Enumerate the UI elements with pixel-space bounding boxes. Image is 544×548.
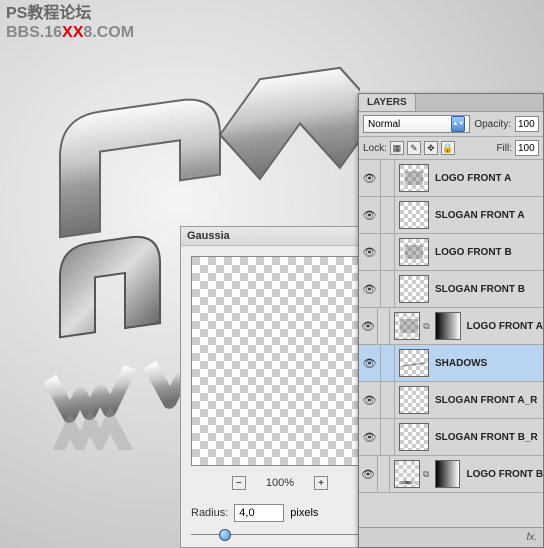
layer-row[interactable]: 👁 SLOGAN FRONT A_R [359, 382, 543, 419]
layer-name-label[interactable]: SLOGAN FRONT B [431, 284, 525, 295]
lock-all-icon[interactable]: 🔒 [441, 141, 455, 155]
radius-slider[interactable] [191, 526, 369, 544]
dropdown-arrows-icon: ▲▼ [451, 116, 465, 132]
lock-position-icon[interactable]: ✥ [424, 141, 438, 155]
gaussian-blur-dialog[interactable]: Gaussia − 100% + Radius: pixels [180, 226, 380, 548]
layer-row[interactable]: 👁 LOGO FRONT A [359, 160, 543, 197]
opacity-label: Opacity: [474, 119, 511, 130]
visibility-toggle[interactable]: 👁 [359, 345, 381, 381]
layer-thumbnail[interactable] [399, 164, 429, 192]
radius-unit: pixels [290, 507, 318, 519]
watermark: PS教程论坛 BBS.16XX8.COM [6, 4, 134, 42]
link-column [381, 382, 395, 418]
fill-input[interactable] [515, 140, 539, 156]
layer-name-label[interactable]: LOGO FRONT A_R [463, 321, 543, 332]
visibility-toggle[interactable]: 👁 [359, 197, 381, 233]
layer-thumbnail[interactable] [399, 201, 429, 229]
watermark-line2: BBS.16XX8.COM [6, 23, 134, 42]
visibility-toggle[interactable]: 👁 [359, 160, 381, 196]
layers-panel-footer: fx. [359, 527, 543, 547]
filter-preview[interactable] [191, 256, 361, 466]
link-column [381, 234, 395, 270]
link-column [378, 308, 390, 344]
link-column [378, 456, 390, 492]
eye-icon: 👁 [363, 394, 377, 407]
layers-panel[interactable]: LAYERS Normal ▲▼ Opacity: Lock: ▦ ✎ ✥ 🔒 … [358, 93, 544, 548]
radius-label: Radius: [191, 507, 228, 519]
visibility-toggle[interactable]: 👁 [359, 234, 381, 270]
zoom-out-button[interactable]: − [232, 476, 246, 490]
radius-input[interactable] [234, 504, 284, 522]
layers-tab[interactable]: LAYERS [359, 94, 416, 111]
eye-icon: 👁 [363, 172, 377, 185]
eye-icon: 👁 [361, 320, 375, 333]
mask-link-icon[interactable]: ⧉ [422, 469, 431, 480]
layer-thumbnail[interactable] [394, 312, 420, 340]
eye-icon: 👁 [363, 357, 377, 370]
lock-label: Lock: [363, 143, 387, 154]
layer-thumbnail[interactable] [399, 238, 429, 266]
link-column [381, 271, 395, 307]
layer-row[interactable]: 👁 SHADOWS [359, 345, 543, 382]
eye-icon: 👁 [363, 431, 377, 444]
layer-name-label[interactable]: LOGO FRONT B_R [462, 469, 542, 480]
blend-mode-select[interactable]: Normal ▲▼ [363, 115, 470, 133]
layer-name-label[interactable]: SLOGAN FRONT A [431, 210, 525, 221]
layer-thumbnail[interactable] [399, 349, 429, 377]
layer-name-label[interactable]: LOGO FRONT A [431, 173, 511, 184]
opacity-input[interactable] [515, 116, 539, 132]
layer-row[interactable]: 👁 SLOGAN FRONT B_R [359, 419, 543, 456]
eye-icon: 👁 [363, 209, 377, 222]
visibility-toggle[interactable]: 👁 [359, 456, 378, 492]
visibility-toggle[interactable]: 👁 [359, 419, 381, 455]
layer-list[interactable]: 👁 LOGO FRONT A 👁 SLOGAN FRONT A 👁 LOGO FRONT … [359, 160, 543, 493]
layer-thumbnail[interactable] [399, 275, 429, 303]
visibility-toggle[interactable]: 👁 [359, 271, 381, 307]
mask-link-icon[interactable]: ⧉ [422, 321, 431, 332]
fx-icon[interactable]: fx. [526, 532, 537, 543]
eye-icon: 👁 [361, 468, 375, 481]
layer-name-label[interactable]: SLOGAN FRONT B_R [431, 432, 538, 443]
layer-row[interactable]: 👁 SLOGAN FRONT B [359, 271, 543, 308]
eye-icon: 👁 [363, 283, 377, 296]
watermark-line1: PS教程论坛 [6, 4, 134, 23]
eye-icon: 👁 [363, 246, 377, 259]
dialog-title[interactable]: Gaussia [181, 227, 379, 246]
layer-row[interactable]: 👁 LOGO FRONT B [359, 234, 543, 271]
layer-thumbnail[interactable] [394, 460, 420, 488]
layer-mask-thumbnail[interactable] [435, 312, 461, 340]
visibility-toggle[interactable]: 👁 [359, 308, 378, 344]
layer-name-label[interactable]: SHADOWS [431, 358, 487, 369]
layer-row[interactable]: 👁 ⧉ LOGO FRONT A_R [359, 308, 543, 345]
layer-row[interactable]: 👁 ⧉ LOGO FRONT B_R [359, 456, 543, 493]
link-column [381, 160, 395, 196]
layer-thumbnail[interactable] [399, 423, 429, 451]
slider-thumb[interactable] [219, 529, 231, 541]
lock-pixels-icon[interactable]: ✎ [407, 141, 421, 155]
fill-label: Fill: [496, 143, 512, 154]
layer-mask-thumbnail[interactable] [435, 460, 461, 488]
visibility-toggle[interactable]: 👁 [359, 382, 381, 418]
layers-panel-header[interactable]: LAYERS [359, 94, 543, 112]
layer-name-label[interactable]: LOGO FRONT B [431, 247, 512, 258]
zoom-level-label: 100% [266, 477, 294, 489]
zoom-in-button[interactable]: + [314, 476, 328, 490]
link-column [381, 197, 395, 233]
layer-row[interactable]: 👁 SLOGAN FRONT A [359, 197, 543, 234]
link-column [381, 419, 395, 455]
lock-transparency-icon[interactable]: ▦ [390, 141, 404, 155]
layer-name-label[interactable]: SLOGAN FRONT A_R [431, 395, 537, 406]
layer-thumbnail[interactable] [399, 386, 429, 414]
link-column [381, 345, 395, 381]
